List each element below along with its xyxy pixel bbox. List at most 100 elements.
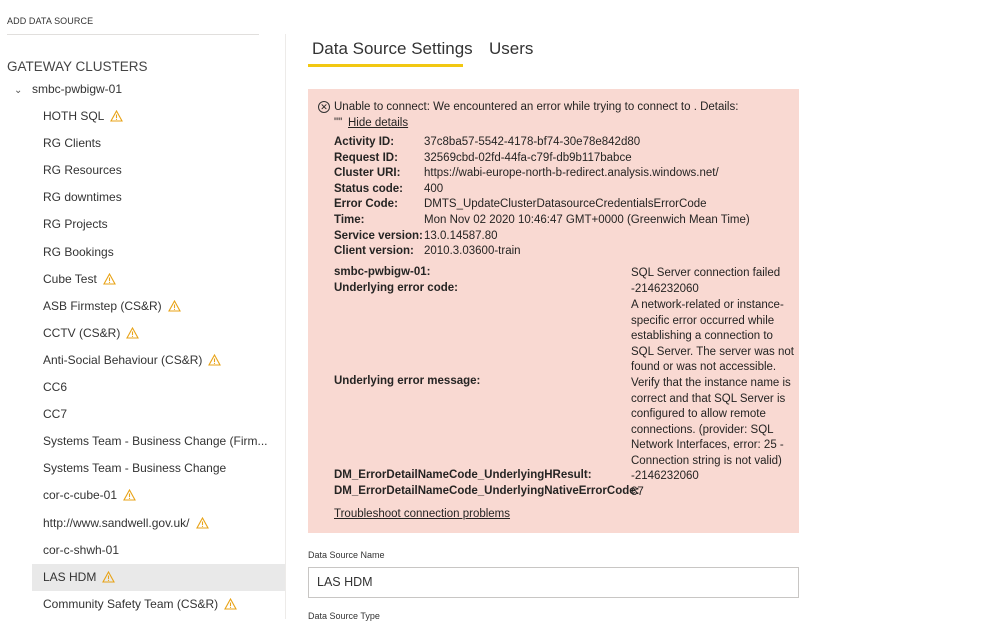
sidebar-item[interactable]: cor-c-shwh-01 bbox=[32, 537, 285, 564]
detail-value: 37c8ba57-5542-4178-bf74-30e78e842d80 bbox=[424, 136, 641, 148]
detail-row: Request ID: 32569cbd-02fd-44fa-c79f-db9b1… bbox=[334, 152, 632, 168]
underlying-value: SQL Server connection failed bbox=[631, 267, 781, 279]
sidebar-item[interactable]: RG Clients bbox=[32, 130, 285, 157]
detail-label: Activity ID: bbox=[334, 136, 395, 148]
underlying-label: smbc-pwbigw-01: bbox=[334, 266, 431, 278]
sidebar-item-label: ASB Firmstep (CS&R) bbox=[43, 298, 162, 313]
troubleshoot-link[interactable]: Troubleshoot connection problems bbox=[334, 508, 510, 520]
sidebar-divider bbox=[285, 34, 286, 619]
warning-icon bbox=[110, 105, 124, 132]
sidebar-item[interactable]: CCTV (CS&R) bbox=[32, 320, 285, 347]
sidebar-item-label: HOTH SQL bbox=[43, 109, 105, 123]
warning-icon bbox=[224, 593, 238, 620]
cluster-node[interactable]: ⌄ smbc-pwbigw-01 bbox=[14, 82, 122, 96]
error-circle-icon: ✕ bbox=[318, 101, 330, 113]
sidebar-item-label: CC7 bbox=[43, 407, 68, 422]
sidebar-item[interactable]: RG Bookings bbox=[32, 239, 285, 266]
warning-icon bbox=[102, 268, 116, 295]
detail-label: Status code: bbox=[334, 182, 404, 195]
sidebar-item-label: CC6 bbox=[43, 380, 68, 394]
warning-icon bbox=[102, 566, 116, 593]
sidebar-item[interactable]: CC7 bbox=[32, 401, 285, 428]
sidebar-item[interactable]: RG Projects bbox=[32, 211, 285, 238]
error-panel: ✕ Unable to connect: We encountered an e… bbox=[308, 89, 799, 533]
sidebar-item-label: http://www.sandwell.gov.uk/ bbox=[43, 515, 190, 530]
detail-value: 13.0.14587.80 bbox=[424, 229, 498, 242]
underlying-label: DM_ErrorDetailNameCode_UnderlyingNativeE… bbox=[334, 485, 640, 497]
error-quote: "" bbox=[334, 117, 343, 129]
detail-value: 32569cbd-02fd-44fa-c79f-db9b117babce bbox=[424, 151, 632, 164]
sidebar-item-label: RG Bookings bbox=[43, 244, 114, 259]
detail-row: Cluster URI: https://wabi-europe-north-b-… bbox=[334, 167, 719, 183]
sidebar-item[interactable]: Systems Team - Business Change bbox=[32, 455, 285, 482]
sidebar-item[interactable]: ASB Firmstep (CS&R) bbox=[32, 293, 285, 320]
warning-icon bbox=[126, 322, 140, 349]
sidebar-item-label: Systems Team - Business Change (Firm... bbox=[43, 434, 268, 449]
underlying-value: 87 bbox=[631, 486, 644, 498]
sidebar-item-label: Cube Test bbox=[43, 271, 97, 286]
sidebar-item-label: cor-c-shwh-01 bbox=[43, 542, 120, 557]
sidebar-item[interactable]: CC6 bbox=[32, 374, 285, 401]
sidebar-item-label: RG downtimes bbox=[43, 190, 122, 205]
sidebar-item-label: RG Projects bbox=[43, 217, 108, 232]
warning-icon bbox=[123, 484, 136, 511]
sidebar-item-label: LAS HDM bbox=[43, 569, 97, 584]
data-source-type-label: Data Source Type bbox=[308, 611, 380, 621]
cluster-name: smbc-pwbigw-01 bbox=[32, 82, 123, 96]
tab-data-source-settings[interactable]: Data Source Settings bbox=[312, 39, 473, 59]
sidebar-item[interactable]: Community Safety Team (CS&R) bbox=[32, 591, 285, 618]
detail-value: DMTS_UpdateClusterDatasourceCredentialsE… bbox=[424, 198, 707, 211]
sidebar-item[interactable]: http://www.sandwell.gov.uk/ bbox=[32, 510, 285, 537]
warning-icon bbox=[208, 349, 222, 376]
detail-value: https://wabi-europe-north-b-redirect.ana… bbox=[424, 167, 719, 180]
error-message: Unable to connect: We encountered an err… bbox=[334, 101, 739, 113]
warning-icon bbox=[195, 512, 209, 539]
sidebar-item-label: CCTV (CS&R) bbox=[43, 325, 121, 340]
detail-row: Client version: 2010.3.03600-train bbox=[334, 245, 521, 261]
sidebar-item[interactable]: RG Resources bbox=[32, 157, 285, 184]
chevron-down-icon: ⌄ bbox=[14, 85, 23, 96]
sidebar-item[interactable]: Anti-Social Behaviour (CS&R) bbox=[32, 347, 285, 374]
underlying-label: DM_ErrorDetailNameCode_UnderlyingHResult… bbox=[334, 469, 592, 481]
sidebar-item[interactable]: LAS HDM bbox=[32, 563, 285, 593]
detail-label: Time: bbox=[334, 214, 365, 226]
detail-value: Mon Nov 02 2020 10:46:47 GMT+0000 (Green… bbox=[424, 214, 750, 226]
underlying-value: A network-related or instance-specific e… bbox=[631, 299, 794, 467]
sidebar-item-label: RG Resources bbox=[43, 163, 122, 178]
detail-row: Status code: 400 bbox=[334, 183, 443, 199]
sidebar-item[interactable]: Cube Test bbox=[32, 266, 285, 293]
hide-details-link[interactable]: Hide details bbox=[348, 117, 408, 129]
underlying-value: -2146232060 bbox=[631, 470, 699, 482]
sidebar-item-label: Anti-Social Behaviour (CS&R) bbox=[43, 352, 203, 367]
underlying-value: -2146232060 bbox=[631, 283, 699, 295]
data-source-name-label: Data Source Name bbox=[308, 550, 385, 560]
gateway-clusters-heading: GATEWAY CLUSTERS bbox=[7, 59, 148, 74]
underlying-label: Underlying error code: bbox=[334, 282, 458, 294]
detail-row: Time: Mon Nov 02 2020 10:46:47 GMT+0000 (… bbox=[334, 214, 750, 230]
sidebar-item[interactable]: Systems Team - Business Change (Firm... bbox=[32, 428, 285, 455]
detail-value: 400 bbox=[424, 182, 444, 195]
warning-icon bbox=[167, 295, 181, 322]
detail-label: Error Code: bbox=[334, 198, 398, 211]
detail-label: Request ID: bbox=[334, 151, 398, 164]
add-data-source-link[interactable]: ADD DATA SOURCE bbox=[7, 16, 93, 26]
sidebar-item[interactable]: HOTH SQL bbox=[32, 103, 285, 130]
divider bbox=[7, 34, 259, 35]
tab-users[interactable]: Users bbox=[489, 39, 533, 59]
detail-label: Client version: bbox=[334, 245, 414, 258]
detail-row: Error Code: DMTS_UpdateClusterDatasourceC… bbox=[334, 198, 707, 214]
sidebar-item[interactable]: cor-c-cube-01 bbox=[32, 482, 285, 509]
sidebar-item-label: cor-c-cube-01 bbox=[43, 488, 118, 503]
sidebar-item[interactable]: RG downtimes bbox=[32, 184, 285, 211]
sidebar-item-label: Community Safety Team (CS&R) bbox=[43, 596, 219, 611]
data-source-name-input[interactable]: LAS HDM bbox=[308, 567, 799, 598]
underlying-label: Underlying error message: bbox=[334, 375, 481, 387]
detail-value: 2010.3.03600-train bbox=[424, 245, 521, 258]
detail-row: Service version:13.0.14587.80 bbox=[334, 230, 498, 246]
active-tab-indicator bbox=[308, 64, 463, 67]
sidebar-item-label: Systems Team - Business Change bbox=[43, 461, 227, 476]
detail-row: Activity ID: 37c8ba57-5542-4178-bf74-30e7… bbox=[334, 136, 640, 152]
detail-label: Service version: bbox=[334, 229, 423, 242]
sidebar-item-label: RG Clients bbox=[43, 136, 102, 151]
detail-label: Cluster URI: bbox=[334, 167, 401, 180]
